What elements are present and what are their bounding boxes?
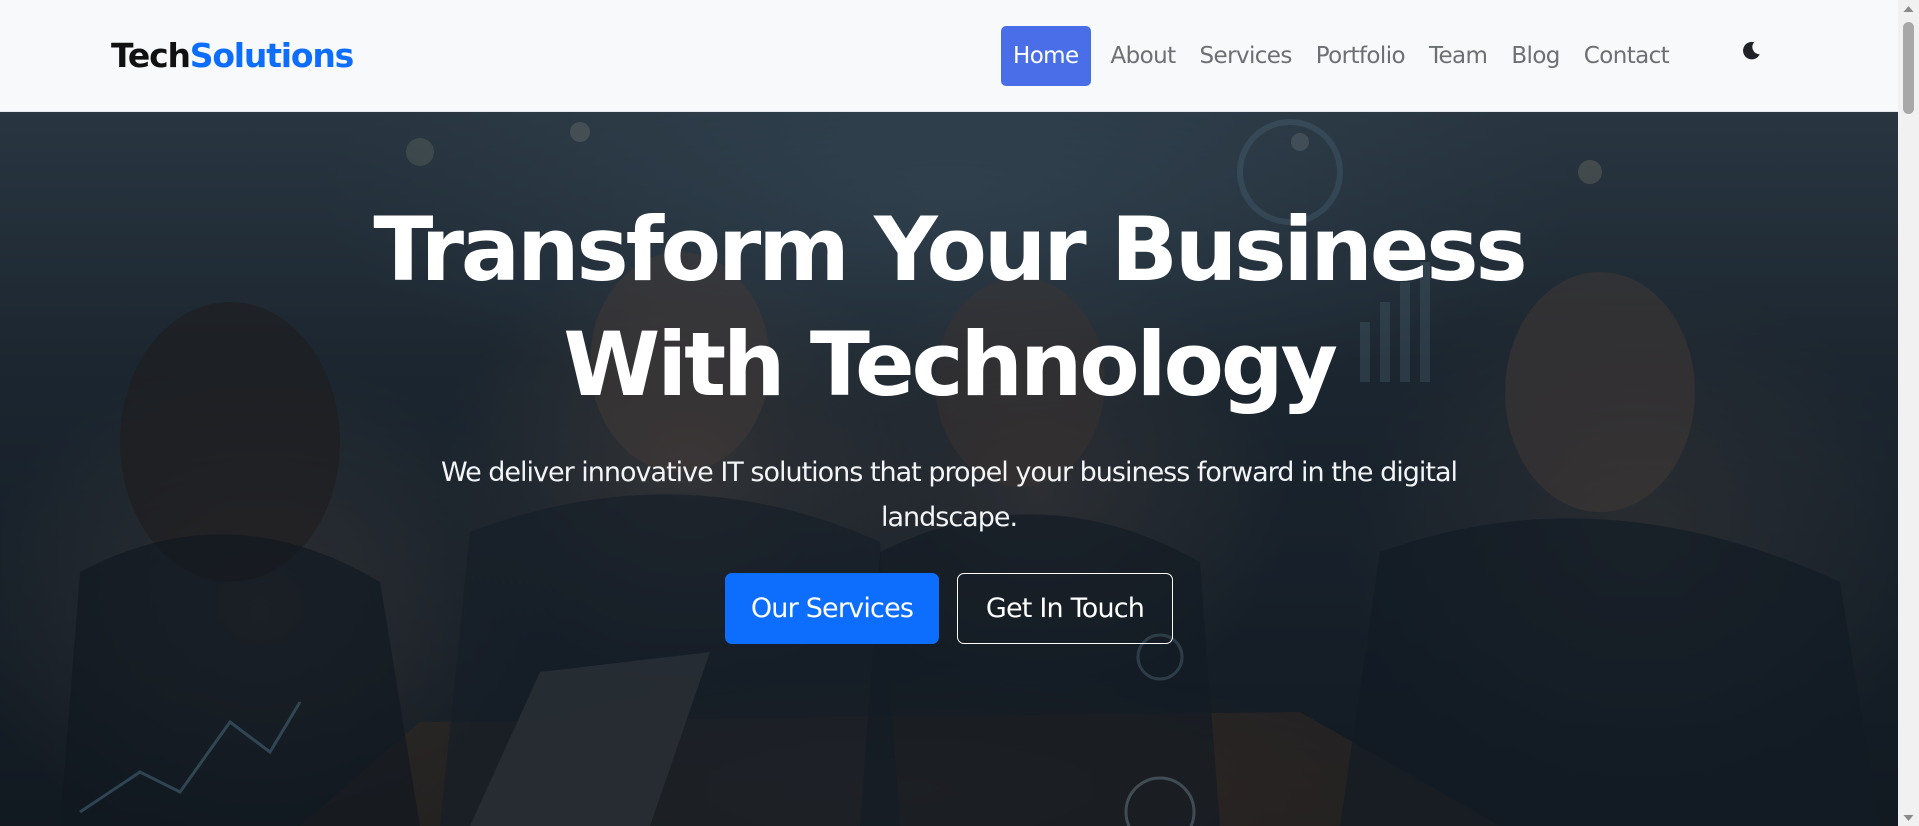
hero-title-line2: With Technology	[563, 313, 1338, 416]
nav-link-blog[interactable]: Blog	[1499, 26, 1571, 86]
hero-cta-group: Our Services Get In Touch	[0, 573, 1898, 644]
hero-subtitle: We deliver innovative IT solutions that …	[440, 457, 1458, 533]
nav-link-home[interactable]: Home	[1001, 26, 1091, 86]
our-services-button[interactable]: Our Services	[725, 573, 939, 644]
scrollbar-thumb[interactable]	[1903, 22, 1914, 114]
brand-name-part2: Solutions	[189, 36, 355, 75]
nav-link-about[interactable]: About	[1099, 26, 1188, 86]
hero-section: Transform Your Business With Technology …	[0, 112, 1898, 826]
brand-logo[interactable]: TechSolutions	[111, 34, 355, 78]
scroll-down-arrow-icon[interactable]	[1898, 809, 1919, 826]
page: TechSolutions Home About Services Portfo…	[0, 0, 1919, 826]
moon-icon	[1740, 40, 1762, 66]
scroll-up-arrow-icon[interactable]	[1898, 0, 1919, 17]
get-in-touch-button[interactable]: Get In Touch	[957, 573, 1173, 644]
nav-link-services[interactable]: Services	[1188, 26, 1304, 86]
theme-toggle-button[interactable]	[1734, 36, 1768, 70]
nav-menu: Home About Services Portfolio Team Blog …	[1001, 26, 1681, 86]
hero-title: Transform Your Business With Technology	[250, 192, 1648, 422]
nav-link-team[interactable]: Team	[1417, 26, 1499, 86]
vertical-scrollbar[interactable]	[1898, 0, 1919, 826]
navbar: TechSolutions Home About Services Portfo…	[0, 0, 1898, 112]
hero-title-line1: Transform Your Business	[373, 198, 1527, 301]
brand-name-part1: Tech	[111, 36, 191, 75]
nav-link-portfolio[interactable]: Portfolio	[1304, 26, 1417, 86]
nav-link-contact[interactable]: Contact	[1572, 26, 1681, 86]
